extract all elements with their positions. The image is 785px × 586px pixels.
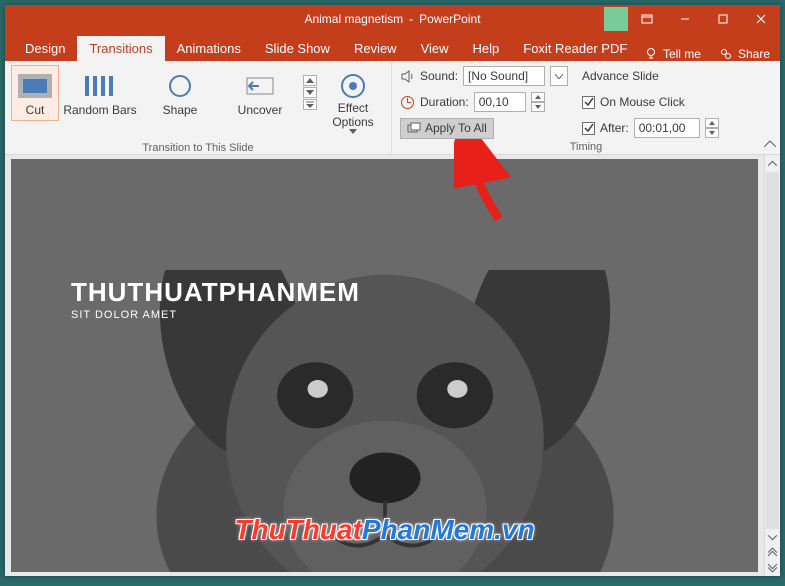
slide-canvas[interactable]: THUTHUATPHANMEM SIT DOLOR AMET ThuThuatP… bbox=[5, 155, 764, 576]
tab-design[interactable]: Design bbox=[13, 36, 77, 61]
advance-slide-label: Advance Slide bbox=[582, 69, 659, 83]
sound-select[interactable]: [No Sound] bbox=[463, 66, 545, 86]
clock-icon bbox=[400, 95, 415, 110]
ribbon: Cut Random Bars Shape Uncover Effec bbox=[5, 61, 780, 155]
collapse-ribbon[interactable] bbox=[764, 134, 776, 152]
group-label-timing: Timing bbox=[400, 139, 772, 155]
effect-options[interactable]: Effect Options bbox=[321, 65, 385, 140]
document-title: Animal magnetism bbox=[304, 12, 403, 26]
apply-to-all-button[interactable]: Apply To All bbox=[400, 118, 494, 139]
next-slide-icon[interactable] bbox=[766, 561, 779, 574]
tab-animations[interactable]: Animations bbox=[165, 36, 253, 61]
watermark: ThuThuatPhanMem.vn bbox=[234, 514, 534, 546]
tab-review[interactable]: Review bbox=[342, 36, 409, 61]
after-up[interactable] bbox=[705, 118, 719, 128]
chevron-down-icon bbox=[555, 74, 563, 79]
slide: THUTHUATPHANMEM SIT DOLOR AMET ThuThuatP… bbox=[11, 159, 758, 572]
maximize-button[interactable] bbox=[704, 5, 742, 33]
on-mouse-click-label: On Mouse Click bbox=[600, 95, 685, 109]
cut-icon bbox=[16, 72, 54, 100]
app-name: PowerPoint bbox=[419, 12, 480, 26]
uncover-icon bbox=[241, 72, 279, 100]
sound-dropdown[interactable] bbox=[550, 66, 568, 86]
share-icon bbox=[719, 47, 733, 61]
tab-view[interactable]: View bbox=[409, 36, 461, 61]
slide-title: THUTHUATPHANMEM bbox=[71, 277, 360, 308]
effect-options-icon bbox=[338, 71, 368, 101]
scroll-down-icon[interactable] bbox=[766, 531, 779, 544]
group-label-transition: Transition to This Slide bbox=[142, 140, 253, 156]
transition-uncover[interactable]: Uncover bbox=[221, 65, 299, 121]
lightbulb-icon bbox=[644, 47, 658, 61]
tab-slide-show[interactable]: Slide Show bbox=[253, 36, 342, 61]
gallery-down[interactable] bbox=[303, 87, 317, 98]
gallery-more[interactable] bbox=[303, 99, 317, 110]
apply-all-icon bbox=[407, 122, 421, 134]
transition-random-bars[interactable]: Random Bars bbox=[61, 65, 139, 121]
sound-icon bbox=[400, 69, 415, 84]
tab-foxit[interactable]: Foxit Reader PDF bbox=[511, 36, 639, 61]
transition-cut[interactable]: Cut bbox=[11, 65, 59, 121]
duration-down[interactable] bbox=[531, 102, 545, 112]
prev-slide-icon[interactable] bbox=[766, 546, 779, 559]
duration-up[interactable] bbox=[531, 92, 545, 102]
slide-subtitle: SIT DOLOR AMET bbox=[71, 309, 177, 321]
user-avatar[interactable] bbox=[604, 7, 628, 31]
duration-label: Duration: bbox=[420, 95, 469, 109]
scroll-track[interactable] bbox=[766, 172, 779, 529]
chevron-down-icon bbox=[349, 129, 357, 134]
transition-shape[interactable]: Shape bbox=[141, 65, 219, 121]
title-bar: Animal magnetism - PowerPoint bbox=[5, 5, 780, 33]
tab-help[interactable]: Help bbox=[461, 36, 512, 61]
gallery-up[interactable] bbox=[303, 75, 317, 86]
ribbon-tabs: Design Transitions Animations Slide Show… bbox=[5, 33, 780, 61]
after-down[interactable] bbox=[705, 128, 719, 138]
ribbon-display-options[interactable] bbox=[628, 5, 666, 33]
share-button[interactable]: Share bbox=[719, 47, 770, 61]
on-mouse-click-checkbox[interactable] bbox=[582, 96, 595, 109]
shape-icon bbox=[161, 72, 199, 100]
scroll-up-icon[interactable] bbox=[766, 157, 779, 170]
tell-me[interactable]: Tell me bbox=[644, 47, 701, 61]
duration-input[interactable]: 00,10 bbox=[474, 92, 526, 112]
close-button[interactable] bbox=[742, 5, 780, 33]
after-checkbox[interactable] bbox=[582, 122, 595, 135]
minimize-button[interactable] bbox=[666, 5, 704, 33]
after-label: After: bbox=[600, 121, 629, 135]
random-bars-icon bbox=[81, 72, 119, 100]
tab-transitions[interactable]: Transitions bbox=[77, 36, 164, 61]
after-input[interactable]: 00:01,00 bbox=[634, 118, 700, 138]
vertical-scrollbar[interactable] bbox=[764, 155, 780, 576]
sound-label: Sound: bbox=[420, 69, 458, 83]
